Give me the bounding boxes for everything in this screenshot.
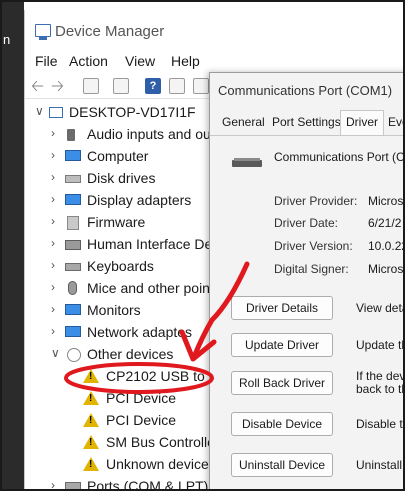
chevron-right-icon[interactable]: › (51, 280, 61, 294)
port-icon (65, 482, 81, 489)
monitor-icon (65, 304, 81, 315)
tree-item-label: Other devices (87, 346, 174, 362)
hid-icon (65, 240, 81, 250)
prop-label: Driver Date: (274, 216, 339, 230)
tree-item-label: Audio inputs and ou (87, 126, 211, 142)
scan-icon[interactable] (193, 78, 209, 94)
chevron-right-icon[interactable]: › (51, 258, 61, 272)
tree-item-label: Network adaptes (87, 324, 193, 340)
prop-value: Microso (368, 194, 404, 208)
tree-item-label: Ports (COM & LPT) (87, 478, 209, 491)
menu-help[interactable]: Help (171, 53, 200, 69)
display-adapter-icon (65, 194, 81, 205)
warning-icon (83, 435, 99, 449)
screenshot-frame: n Device Manager File Action View Help 🡠… (0, 0, 405, 491)
chevron-right-icon[interactable]: › (51, 324, 61, 338)
prop-value: Microso (368, 262, 404, 276)
network-icon (65, 326, 81, 337)
computer-icon (49, 107, 63, 118)
button-description: back to th (356, 382, 405, 396)
menu-action[interactable]: Action (69, 53, 108, 69)
tree-item-label: Mice and other poin (87, 280, 210, 296)
chevron-right-icon[interactable]: › (51, 148, 61, 162)
view-icon[interactable] (169, 78, 185, 94)
tab-port-settings[interactable]: Port Settings (272, 115, 341, 129)
chevron-right-icon[interactable]: › (51, 170, 61, 184)
device-manager-icon (35, 24, 51, 40)
dialog-title: Communications Port (COM1) (218, 83, 393, 98)
warning-icon (83, 369, 99, 383)
chevron-right-icon[interactable]: › (51, 478, 61, 489)
mouse-icon (68, 281, 77, 295)
window-title: Device Manager (55, 23, 165, 40)
prop-value: 10.0.22 (368, 239, 405, 253)
prop-value: 6/21/2 (368, 216, 402, 230)
port-device-icon (232, 158, 262, 167)
prop-label: Digital Signer: (274, 262, 349, 276)
tree-item-label: Computer (87, 148, 149, 164)
monitor-icon (65, 150, 81, 161)
tab-events[interactable]: Event (388, 115, 403, 129)
tab-general[interactable]: General (222, 115, 265, 129)
button-description: View detai (356, 301, 403, 315)
tree-item-label: PCI Device (106, 412, 177, 428)
tree-item-label: PCI Device (106, 390, 177, 406)
help-icon[interactable]: ? (145, 78, 161, 94)
speaker-icon (67, 129, 75, 141)
unknown-device-icon (67, 348, 81, 362)
chevron-right-icon[interactable]: › (51, 302, 61, 316)
disk-icon (65, 175, 81, 183)
tree-item-label: Human Interface De (87, 236, 213, 252)
warning-icon (83, 413, 99, 427)
chevron-down-icon[interactable]: ∨ (51, 346, 61, 360)
update-driver-button[interactable]: Update Driver (231, 333, 333, 357)
list-icon[interactable] (113, 78, 129, 94)
tree-item-label: Firmware (87, 214, 146, 230)
prop-label: Driver Provider: (274, 194, 358, 208)
tree-root-label: DESKTOP-VD17I1F (69, 104, 196, 120)
uninstall-device-button[interactable]: Uninstall Device (231, 453, 333, 477)
menu-view[interactable]: View (125, 53, 155, 69)
back-icon[interactable]: 🡠 (31, 75, 47, 95)
tree-item-label: SM Bus Controlle (106, 434, 215, 450)
chevron-right-icon[interactable]: › (51, 192, 61, 206)
chevron-right-icon[interactable]: › (51, 214, 61, 228)
tree-item-label: Disk drives (87, 170, 156, 186)
background-window: n (2, 2, 24, 489)
driver-details-button[interactable]: Driver Details (231, 296, 333, 320)
button-description: Uninstall th (356, 458, 403, 472)
background-text: n (3, 32, 11, 47)
button-description: Update th (356, 338, 405, 352)
warning-icon (83, 457, 99, 471)
prop-label: Driver Version: (274, 239, 353, 253)
dialog-tabs: General Port Settings Driver Event (210, 110, 403, 136)
tree-item-label: Monitors (87, 302, 141, 318)
tab-driver[interactable]: Driver (340, 110, 384, 135)
button-description: Disable th (356, 417, 405, 431)
forward-icon[interactable]: 🡢 (51, 75, 67, 95)
warning-icon (83, 391, 99, 405)
roll-back-driver-button[interactable]: Roll Back Driver (231, 371, 333, 395)
chevron-down-icon[interactable]: ∨ (35, 104, 45, 118)
chip-icon (67, 216, 79, 230)
tree-item-label: Unknown device (106, 456, 209, 472)
tree-item-label: CP2102 USB to (106, 368, 205, 384)
properties-dialog: Communications Port (COM1) General Port … (209, 72, 405, 489)
device-name: Communications Port (COM (274, 150, 405, 164)
disable-device-button[interactable]: Disable Device (231, 412, 333, 436)
tree-item-label: Display adapters (87, 192, 192, 208)
title-bar: Device Manager (25, 10, 403, 50)
chevron-right-icon[interactable]: › (51, 236, 61, 250)
properties-icon[interactable] (83, 78, 99, 94)
tree-item-label: Keyboards (87, 258, 154, 274)
menu-file[interactable]: File (35, 53, 58, 69)
keyboard-icon (65, 263, 81, 271)
menu-bar: File Action View Help (25, 50, 403, 72)
chevron-right-icon[interactable]: › (51, 126, 61, 140)
